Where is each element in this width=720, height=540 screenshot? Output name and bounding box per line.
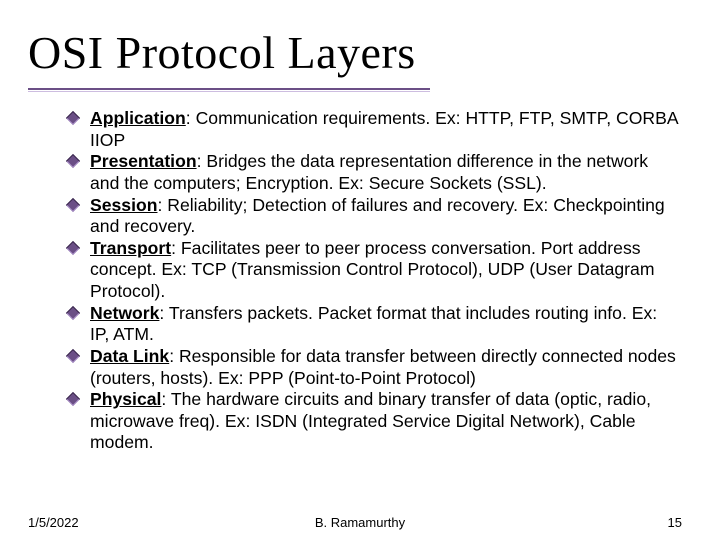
diamond-bullet-icon [66, 154, 80, 168]
footer-page-number: 15 [668, 515, 682, 530]
term: Application [90, 108, 186, 128]
term: Session [90, 195, 157, 215]
diamond-bullet-icon [66, 349, 80, 363]
slide: OSI Protocol Layers Application: Communi… [0, 0, 720, 540]
diamond-bullet-icon [66, 306, 80, 320]
term: Network [90, 303, 159, 323]
diamond-bullet-icon [66, 241, 80, 255]
term: Data Link [90, 346, 169, 366]
content-list: Application: Communication requirements.… [70, 108, 680, 454]
item-text: : Responsible for data transfer between … [90, 346, 676, 388]
list-item: Presentation: Bridges the data represent… [70, 151, 680, 194]
diamond-bullet-icon [66, 197, 80, 211]
item-text: : Facilitates peer to peer process conve… [90, 238, 655, 301]
footer-author: B. Ramamurthy [315, 515, 405, 530]
footer-date: 1/5/2022 [28, 515, 79, 530]
list-item: Transport: Facilitates peer to peer proc… [70, 238, 680, 303]
term: Presentation [90, 151, 197, 171]
list-item: Physical: The hardware circuits and bina… [70, 389, 680, 454]
list-item: Network: Transfers packets. Packet forma… [70, 303, 680, 346]
item-text: : Transfers packets. Packet format that … [90, 303, 657, 345]
item-text: : Reliability; Detection of failures and… [90, 195, 665, 237]
term: Physical [90, 389, 161, 409]
diamond-bullet-icon [66, 111, 80, 125]
footer: 1/5/2022 B. Ramamurthy 15 [0, 508, 720, 530]
slide-title: OSI Protocol Layers [28, 26, 416, 79]
title-underline [28, 88, 430, 90]
diamond-bullet-icon [66, 392, 80, 406]
list-item: Application: Communication requirements.… [70, 108, 680, 151]
term: Transport [90, 238, 171, 258]
item-text: : The hardware circuits and binary trans… [90, 389, 651, 452]
list-item: Session: Reliability; Detection of failu… [70, 195, 680, 238]
list-item: Data Link: Responsible for data transfer… [70, 346, 680, 389]
